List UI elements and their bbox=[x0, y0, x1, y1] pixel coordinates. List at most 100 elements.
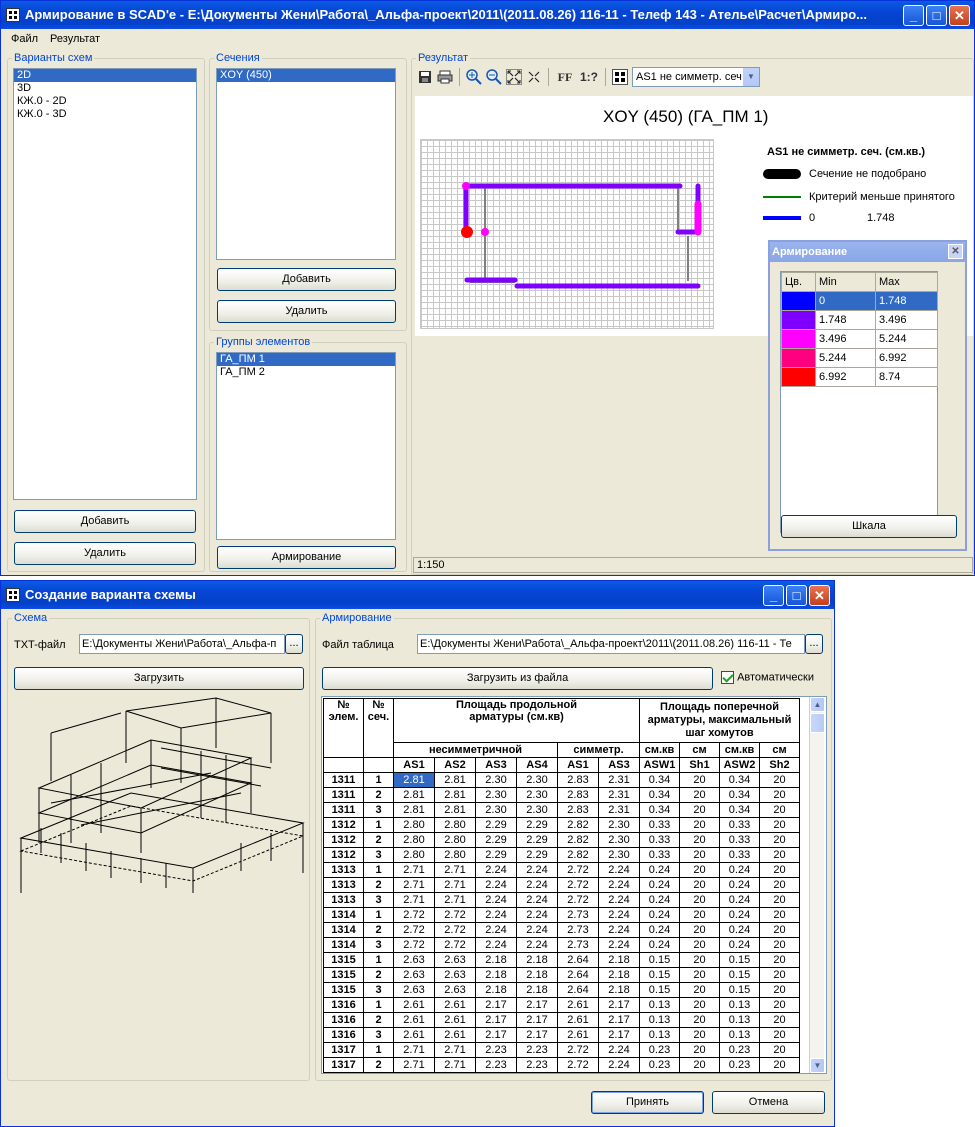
elem-cell[interactable]: 1312 bbox=[323, 847, 364, 863]
value-cell[interactable]: 0.13 bbox=[719, 1027, 760, 1043]
value-cell[interactable]: 20 bbox=[679, 832, 720, 848]
value-cell[interactable]: 2.24 bbox=[598, 907, 640, 923]
value-cell[interactable]: 20 bbox=[679, 1027, 720, 1043]
table-browse-button[interactable]: ... bbox=[805, 634, 823, 654]
value-cell[interactable]: 2.17 bbox=[598, 1012, 640, 1028]
schemes-list[interactable]: 2D 3D КЖ.0 - 2D КЖ.0 - 3D bbox=[13, 68, 197, 500]
value-cell[interactable]: 0.33 bbox=[639, 832, 680, 848]
value-cell[interactable]: 20 bbox=[759, 997, 800, 1013]
value-cell[interactable]: 0.24 bbox=[719, 907, 760, 923]
list-item[interactable]: ГА_ПМ 1 bbox=[217, 353, 395, 366]
value-cell[interactable]: 2.61 bbox=[434, 1027, 476, 1043]
value-cell[interactable]: 2.24 bbox=[598, 1057, 640, 1073]
value-cell[interactable]: 2.24 bbox=[516, 937, 558, 953]
value-cell[interactable]: 0.24 bbox=[719, 937, 760, 953]
value-cell[interactable]: 2.64 bbox=[557, 967, 599, 983]
value-cell[interactable]: 20 bbox=[759, 907, 800, 923]
value-cell[interactable]: 0.33 bbox=[719, 847, 760, 863]
value-cell[interactable]: 2.61 bbox=[434, 1012, 476, 1028]
value-cell[interactable]: 2.24 bbox=[598, 877, 640, 893]
sec-cell[interactable]: 1 bbox=[363, 952, 394, 968]
value-cell[interactable]: 2.24 bbox=[516, 892, 558, 908]
value-cell[interactable]: 0.23 bbox=[639, 1042, 680, 1058]
table-row[interactable]: 1311 3 2.81 2.81 2.30 2.30 2.83 2.31 0.34 20 0.34 2… bbox=[323, 802, 800, 818]
sec-cell[interactable]: 1 bbox=[363, 1042, 394, 1058]
value-cell[interactable]: 2.72 bbox=[557, 1042, 599, 1058]
cancel-button[interactable]: Отмена bbox=[712, 1091, 825, 1114]
value-cell[interactable]: 0.24 bbox=[639, 877, 680, 893]
value-cell[interactable]: 2.82 bbox=[557, 832, 599, 848]
elem-cell[interactable]: 1315 bbox=[323, 982, 364, 998]
sec-cell[interactable]: 3 bbox=[363, 847, 394, 863]
add-section-button[interactable]: Добавить bbox=[217, 268, 396, 291]
sec-cell[interactable]: 3 bbox=[363, 1027, 394, 1043]
value-cell[interactable]: 2.63 bbox=[393, 952, 435, 968]
value-cell[interactable]: 2.71 bbox=[393, 892, 435, 908]
table-row[interactable]: 1312 2 2.80 2.80 2.29 2.29 2.82 2.30 0.33 20 0.33 2… bbox=[323, 832, 800, 848]
value-cell[interactable]: 2.61 bbox=[434, 997, 476, 1013]
value-cell[interactable]: 2.24 bbox=[516, 922, 558, 938]
value-cell[interactable]: 2.82 bbox=[557, 817, 599, 833]
value-cell[interactable]: 2.29 bbox=[516, 817, 558, 833]
value-cell[interactable]: 0.24 bbox=[639, 862, 680, 878]
scroll-thumb[interactable] bbox=[810, 713, 825, 733]
value-cell[interactable]: 2.63 bbox=[434, 982, 476, 998]
value-cell[interactable]: 2.24 bbox=[475, 922, 517, 938]
value-cell[interactable]: 2.80 bbox=[393, 832, 435, 848]
value-cell[interactable]: 0.34 bbox=[639, 802, 680, 818]
close-icon[interactable]: ✕ bbox=[948, 244, 963, 259]
value-cell[interactable]: 0.15 bbox=[639, 952, 680, 968]
value-cell[interactable]: 20 bbox=[759, 877, 800, 893]
value-cell[interactable]: 2.17 bbox=[516, 997, 558, 1013]
elem-cell[interactable]: 1314 bbox=[323, 922, 364, 938]
elem-cell[interactable]: 1313 bbox=[323, 862, 364, 878]
value-cell[interactable]: 2.82 bbox=[557, 847, 599, 863]
value-cell[interactable]: 2.72 bbox=[434, 937, 476, 953]
table-row[interactable]: 1314 1 2.72 2.72 2.24 2.24 2.73 2.24 0.24 20 0.24 2… bbox=[323, 907, 800, 923]
table-row[interactable]: 1311 1 2.81 2.81 2.30 2.30 2.83 2.31 0.34 20 0.34 2… bbox=[323, 772, 800, 788]
value-cell[interactable]: 2.24 bbox=[598, 862, 640, 878]
value-cell[interactable]: 2.81 bbox=[393, 772, 435, 788]
value-cell[interactable]: 2.24 bbox=[516, 862, 558, 878]
color-row[interactable]: 0 1.748 bbox=[781, 291, 938, 311]
value-cell[interactable]: 2.18 bbox=[516, 952, 558, 968]
auto-checkbox[interactable]: Автоматически bbox=[721, 671, 814, 684]
value-cell[interactable]: 20 bbox=[759, 787, 800, 803]
value-cell[interactable]: 0.13 bbox=[639, 1012, 680, 1028]
value-cell[interactable]: 2.24 bbox=[475, 862, 517, 878]
value-cell[interactable]: 2.71 bbox=[434, 892, 476, 908]
value-cell[interactable]: 0.34 bbox=[719, 772, 760, 788]
elem-cell[interactable]: 1317 bbox=[323, 1042, 364, 1058]
txt-browse-button[interactable]: ... bbox=[285, 634, 303, 654]
value-cell[interactable]: 20 bbox=[759, 847, 800, 863]
value-cell[interactable]: 2.80 bbox=[434, 832, 476, 848]
value-cell[interactable]: 2.31 bbox=[598, 787, 640, 803]
value-cell[interactable]: 2.80 bbox=[393, 817, 435, 833]
sec-cell[interactable]: 1 bbox=[363, 772, 394, 788]
value-cell[interactable]: 2.71 bbox=[434, 877, 476, 893]
scroll-down-button[interactable]: ▼ bbox=[810, 1058, 825, 1073]
sections-list[interactable]: XOY (450) bbox=[216, 68, 396, 260]
value-cell[interactable]: 2.83 bbox=[557, 772, 599, 788]
value-cell[interactable]: 2.61 bbox=[393, 1012, 435, 1028]
value-cell[interactable]: 20 bbox=[759, 772, 800, 788]
value-cell[interactable]: 20 bbox=[679, 877, 720, 893]
element-groups-list[interactable]: ГА_ПМ 1 ГА_ПМ 2 bbox=[216, 352, 396, 540]
table-row[interactable]: 1312 1 2.80 2.80 2.29 2.29 2.82 2.30 0.33 20 0.33 2… bbox=[323, 817, 800, 833]
table-row[interactable]: 1313 3 2.71 2.71 2.24 2.24 2.72 2.24 0.24 20 0.24 2… bbox=[323, 892, 800, 908]
value-cell[interactable]: 2.61 bbox=[393, 997, 435, 1013]
sec-cell[interactable]: 2 bbox=[363, 1012, 394, 1028]
value-cell[interactable]: 2.30 bbox=[475, 772, 517, 788]
elem-cell[interactable]: 1316 bbox=[323, 1012, 364, 1028]
value-cell[interactable]: 0.24 bbox=[639, 937, 680, 953]
layout-icon[interactable] bbox=[612, 69, 628, 85]
table-row[interactable]: 1313 1 2.71 2.71 2.24 2.24 2.72 2.24 0.24 20 0.24 2… bbox=[323, 862, 800, 878]
value-cell[interactable]: 20 bbox=[679, 892, 720, 908]
value-cell[interactable]: 2.17 bbox=[475, 997, 517, 1013]
value-cell[interactable]: 2.30 bbox=[516, 787, 558, 803]
value-cell[interactable]: 0.24 bbox=[719, 877, 760, 893]
chevron-down-icon[interactable]: ▼ bbox=[743, 68, 759, 86]
table-row[interactable]: 1311 2 2.81 2.81 2.30 2.30 2.83 2.31 0.34 20 0.34 2… bbox=[323, 787, 800, 803]
value-cell[interactable]: 2.71 bbox=[434, 862, 476, 878]
value-cell[interactable]: 0.15 bbox=[719, 952, 760, 968]
